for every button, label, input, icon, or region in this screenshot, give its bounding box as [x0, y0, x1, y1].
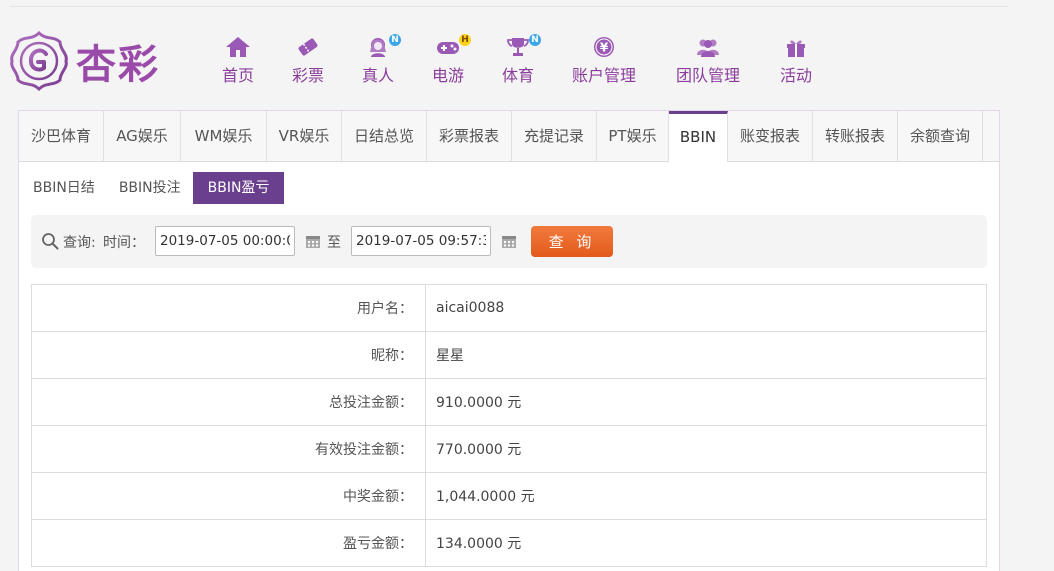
query-label: 查询:: [63, 235, 96, 251]
table-row: 有效投注金额： 770.0000 元: [31, 425, 987, 473]
search-icon: [42, 233, 59, 250]
home-icon: [225, 36, 251, 58]
nav-events-label: 活动: [779, 66, 812, 85]
tab-transfer-report[interactable]: 转账报表: [813, 111, 898, 161]
table-row: 用户名： aicai0088: [31, 284, 987, 332]
new-badge: N: [529, 34, 541, 46]
logo-emblem-icon: [10, 30, 68, 92]
nav-lottery[interactable]: 彩票: [288, 36, 328, 88]
tab-ag[interactable]: AG娱乐: [104, 111, 181, 161]
top-divider: [10, 6, 1008, 7]
subtab-bbin-daily[interactable]: BBIN日结: [21, 172, 107, 204]
nav-account-label: 账户管理: [571, 66, 636, 85]
table-row: 总投注金额： 910.0000 元: [31, 378, 987, 426]
subtab-bbin-bets[interactable]: BBIN投注: [107, 172, 193, 204]
trophy-icon: N: [505, 34, 541, 58]
nav-egames-label: 电游: [431, 66, 464, 85]
winnings-label: 中奖金额：: [31, 472, 426, 520]
yen-coin-icon: ¥: [591, 36, 617, 58]
brand-logo[interactable]: 杏彩: [8, 30, 160, 92]
report-tabs: 沙巴体育 AG娱乐 WM娱乐 VR娱乐 日结总览 彩票报表 充提记录 PT娱乐 …: [19, 111, 999, 162]
nav-team[interactable]: 团队管理: [672, 36, 744, 88]
tab-balance-query[interactable]: 余额查询: [898, 111, 983, 161]
nav-team-label: 团队管理: [675, 66, 740, 85]
nav-sports-label: 体育: [501, 66, 534, 85]
range-separator: 至: [327, 235, 341, 251]
ticket-icon: [295, 36, 321, 58]
profit-loss-table: 用户名： aicai0088 昵称： 星星 总投注金额： 910.0000 元 …: [31, 284, 987, 567]
nav-egames[interactable]: H 电游: [428, 34, 471, 88]
time-label: 时间：: [103, 235, 145, 251]
tab-wm[interactable]: WM娱乐: [181, 111, 267, 161]
live-dealer-icon: N: [365, 34, 401, 58]
query-bar: 查询: 时间： 至 查 询: [31, 215, 987, 268]
username-value: aicai0088: [425, 284, 987, 332]
nav-events[interactable]: 活动: [776, 36, 816, 88]
subtab-bbin-profit-loss[interactable]: BBIN盈亏: [192, 172, 285, 204]
gift-icon: [783, 36, 809, 58]
nickname-value: 星星: [425, 331, 987, 379]
gamepad-icon: H: [435, 34, 471, 58]
profit-loss-label: 盈亏金额：: [31, 519, 426, 567]
nav-home[interactable]: 首页: [218, 36, 258, 88]
username-label: 用户名：: [31, 284, 426, 332]
table-row: 昵称： 星星: [31, 331, 987, 379]
profit-loss-value: 134.0000 元: [425, 519, 987, 567]
tab-vr[interactable]: VR娱乐: [267, 111, 342, 161]
table-row: 盈亏金额： 134.0000 元: [31, 519, 987, 567]
nav-account[interactable]: ¥ 账户管理: [568, 36, 640, 88]
tab-daily-overview[interactable]: 日结总览: [342, 111, 427, 161]
winnings-value: 1,044.0000 元: [425, 472, 987, 520]
tab-balance-change[interactable]: 账变报表: [728, 111, 813, 161]
end-time-input[interactable]: [351, 226, 491, 256]
report-panel: 沙巴体育 AG娱乐 WM娱乐 VR娱乐 日结总览 彩票报表 充提记录 PT娱乐 …: [18, 110, 1000, 571]
logo-text: 杏彩: [76, 41, 160, 88]
total-bet-label: 总投注金额：: [31, 378, 426, 426]
table-row: 中奖金额： 1,044.0000 元: [31, 472, 987, 520]
svg-text:¥: ¥: [600, 41, 609, 55]
total-bet-value: 910.0000 元: [425, 378, 987, 426]
start-time-input[interactable]: [155, 226, 295, 256]
hot-badge: H: [459, 34, 471, 46]
tab-bbin[interactable]: BBIN: [669, 111, 728, 162]
valid-bet-value: 770.0000 元: [425, 425, 987, 473]
tab-lottery-report[interactable]: 彩票报表: [427, 111, 512, 161]
query-button[interactable]: 查 询: [531, 226, 613, 257]
nav-home-label: 首页: [221, 66, 254, 85]
calendar-icon[interactable]: [305, 234, 321, 249]
tab-deposit-withdraw[interactable]: 充提记录: [512, 111, 597, 161]
bbin-subtabs: BBIN日结 BBIN投注 BBIN盈亏: [21, 172, 285, 205]
valid-bet-label: 有效投注金额：: [31, 425, 426, 473]
tab-pt[interactable]: PT娱乐: [597, 111, 669, 161]
nickname-label: 昵称：: [31, 331, 426, 379]
new-badge: N: [389, 34, 401, 46]
team-icon: [695, 36, 721, 58]
nav-live[interactable]: N 真人: [358, 34, 401, 88]
tab-saba-sports[interactable]: 沙巴体育: [19, 111, 104, 161]
nav-live-label: 真人: [361, 66, 394, 85]
calendar-icon[interactable]: [501, 234, 517, 249]
nav-sports[interactable]: N 体育: [498, 34, 541, 88]
nav-lottery-label: 彩票: [291, 66, 324, 85]
